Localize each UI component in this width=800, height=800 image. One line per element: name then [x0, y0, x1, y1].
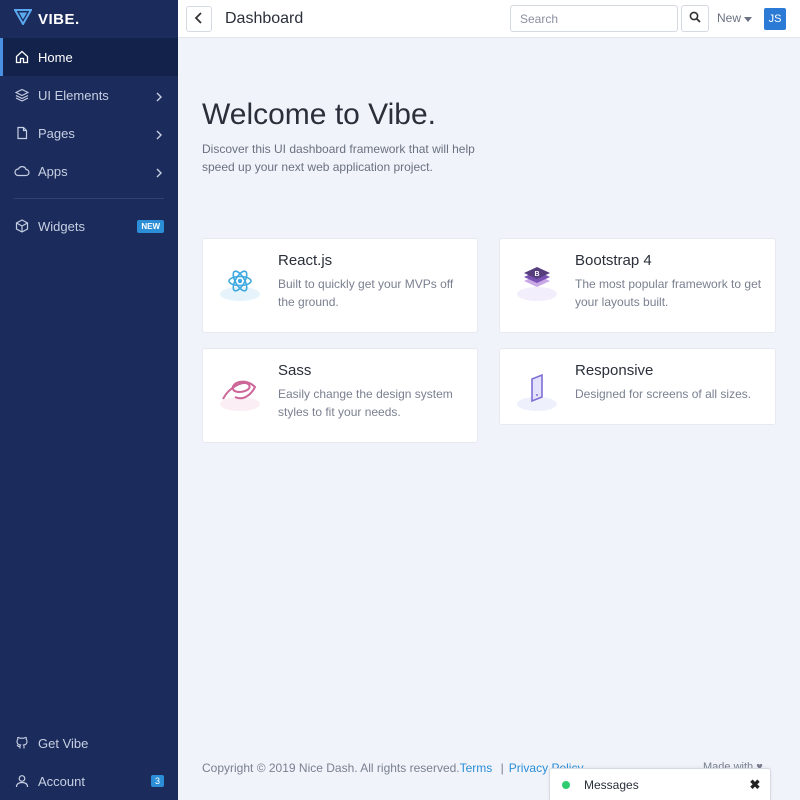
page-title: Dashboard [225, 10, 304, 27]
sidebar-item-home[interactable]: Home [0, 38, 178, 76]
sidebar-item-widgets[interactable]: Widgets NEW [0, 207, 178, 245]
search-button[interactable] [681, 5, 709, 32]
home-icon [14, 49, 30, 65]
sidebar-divider [14, 198, 164, 199]
terms-link[interactable]: Terms [460, 761, 493, 775]
react-icon [215, 257, 265, 307]
copyright-text: Copyright © 2019 Nice Dash. All rights r… [202, 761, 460, 775]
card-title: Sass [278, 362, 312, 379]
layers-icon [14, 87, 30, 103]
card-title: React.js [278, 252, 333, 269]
sass-icon [215, 367, 265, 417]
online-status-icon [562, 780, 570, 789]
back-button[interactable] [186, 6, 212, 32]
brand[interactable]: VIBE. [0, 0, 178, 38]
close-icon[interactable]: ✖ [740, 777, 770, 793]
sidebar-item-ui-elements[interactable]: UI Elements [0, 76, 178, 114]
sidebar-item-pages[interactable]: Pages [0, 114, 178, 152]
footer: Copyright © 2019 Nice Dash. All rights r… [202, 761, 583, 775]
sidebar-item-label: Widgets [38, 218, 85, 234]
avatar[interactable]: JS [764, 8, 786, 30]
sidebar-item-account[interactable]: Account 3 [0, 762, 178, 800]
vibe-logo-icon [13, 8, 33, 30]
chevron-right-icon [154, 166, 164, 178]
package-icon [14, 218, 30, 234]
hero-title: Welcome to Vibe. [202, 98, 437, 131]
feature-card-bootstrap[interactable]: B Bootstrap 4 The most popular framework… [499, 238, 776, 333]
new-dropdown-label: New [717, 11, 742, 25]
caret-down-icon [744, 11, 753, 25]
sidebar-item-label: Get Vibe [38, 735, 89, 751]
sidebar-bottom: Get Vibe Account 3 [0, 724, 178, 800]
sidebar-item-label: UI Elements [38, 87, 109, 103]
sidebar-item-apps[interactable]: Apps [0, 152, 178, 190]
messages-label: Messages [584, 777, 639, 792]
device-icon [512, 367, 562, 417]
search-icon [689, 11, 701, 26]
chevron-right-icon [154, 90, 164, 102]
card-title: Responsive [575, 362, 654, 379]
sidebar-item-label: Pages [38, 125, 75, 141]
card-title: Bootstrap 4 [575, 252, 652, 269]
brand-name: VIBE. [38, 10, 80, 28]
cloud-icon [14, 163, 30, 179]
sidebar-item-label: Apps [38, 163, 68, 179]
feature-card-react[interactable]: React.js Built to quickly get your MVPs … [202, 238, 478, 333]
chevron-left-icon [194, 11, 204, 27]
github-icon [14, 735, 30, 751]
hero-subtitle: Discover this UI dashboard framework tha… [202, 142, 475, 174]
sidebar-item-label: Account [38, 773, 85, 789]
messages-widget[interactable]: Messages ✖ [549, 768, 771, 800]
feature-card-sass[interactable]: Sass Easily change the design system sty… [202, 348, 478, 443]
file-icon [14, 125, 30, 141]
new-dropdown[interactable]: New [717, 11, 753, 25]
user-icon [14, 773, 30, 789]
sidebar: VIBE. Home UI Elements Pages Apps Widget… [0, 0, 178, 800]
svg-text:B: B [534, 271, 539, 278]
sidebar-item-label: Home [38, 49, 73, 65]
top-header: Dashboard New JS [178, 0, 800, 38]
account-count-badge: 3 [150, 775, 164, 787]
card-description: Built to quickly get your MVPs off the g… [278, 277, 454, 309]
feature-card-responsive[interactable]: Responsive Designed for screens of all s… [499, 348, 776, 425]
card-description: Easily change the design system styles t… [278, 387, 453, 419]
search-input[interactable] [510, 5, 678, 32]
footer-separator: | [500, 761, 504, 775]
card-description: The most popular framework to get your l… [575, 277, 762, 309]
chevron-right-icon [154, 128, 164, 140]
bootstrap-icon: B [512, 257, 562, 307]
sidebar-item-get-vibe[interactable]: Get Vibe [0, 724, 178, 762]
card-description: Designed for screens of all sizes. [575, 387, 752, 401]
new-badge: NEW [137, 219, 164, 233]
